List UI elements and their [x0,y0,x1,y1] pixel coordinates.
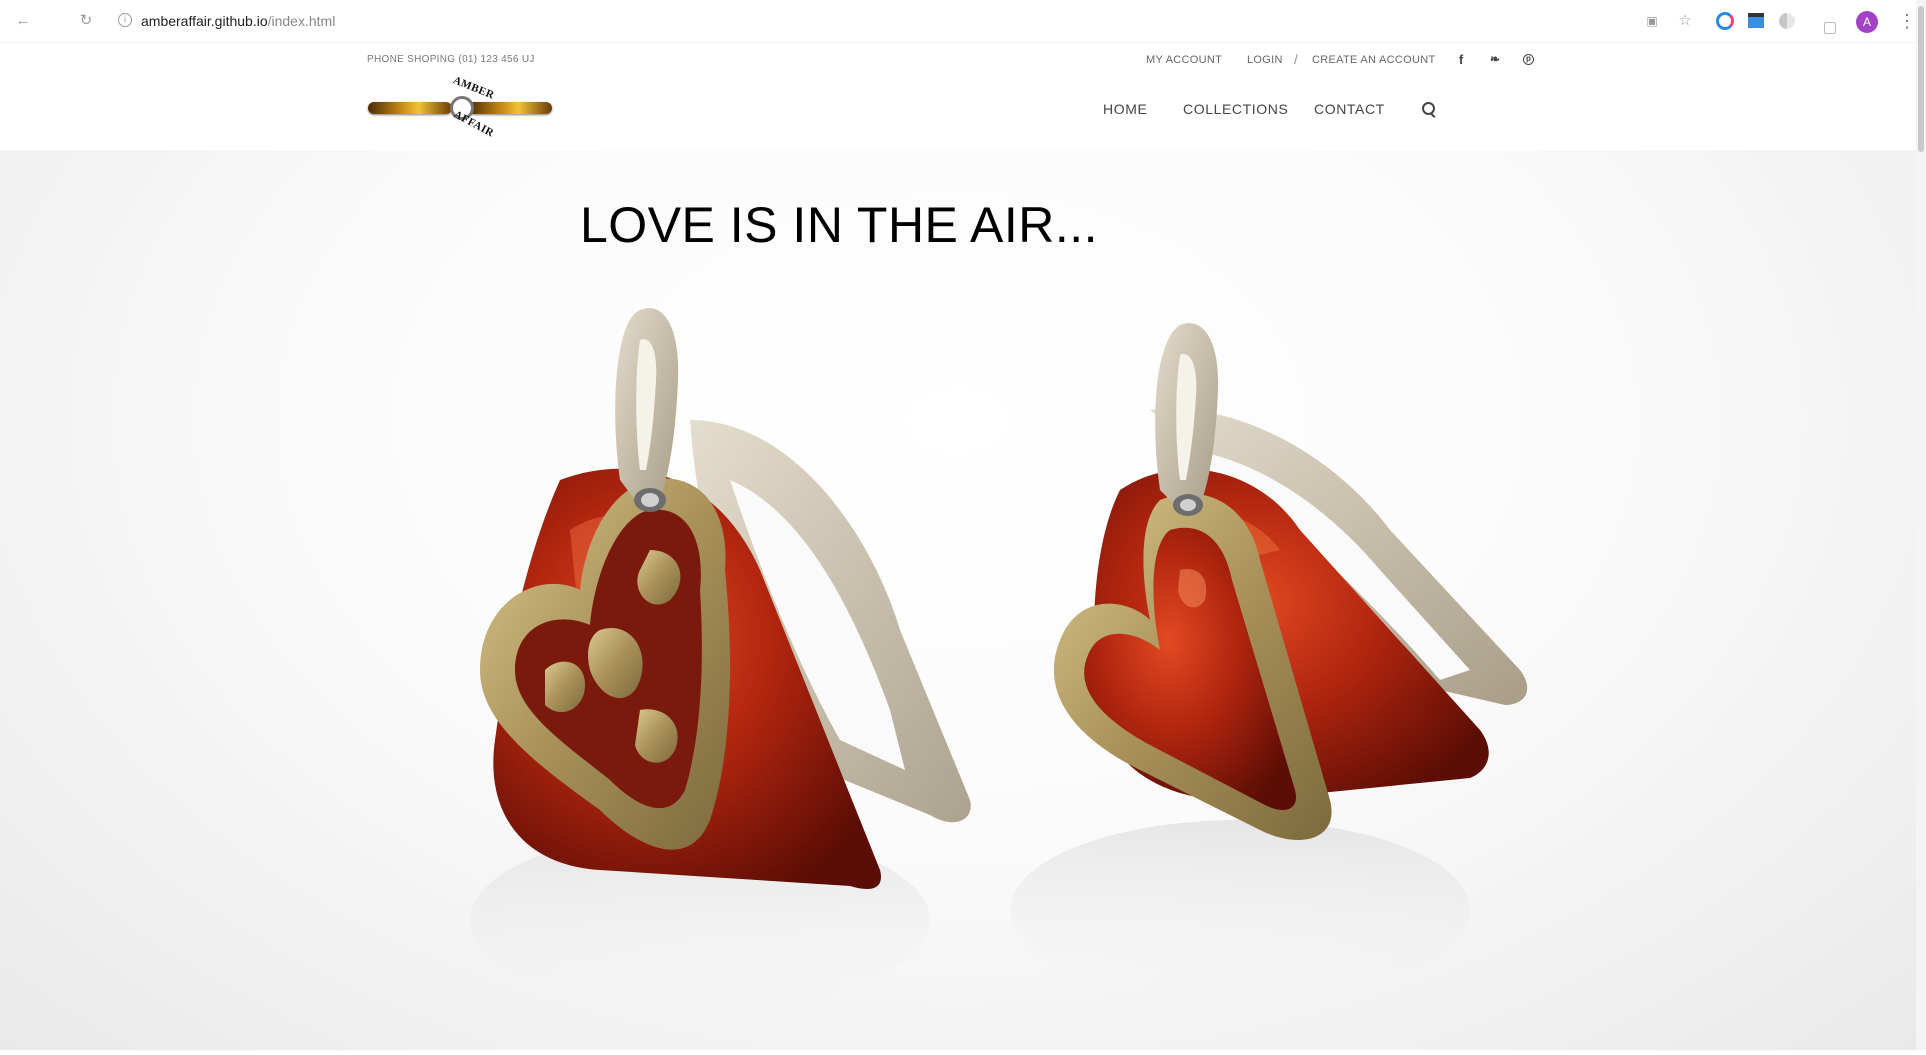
extension-badge-icon[interactable] [1824,22,1836,34]
hero-pendants-image [470,308,1528,1010]
address-bar[interactable]: amberaffair.github.io/index.html [141,12,335,30]
twitter-icon[interactable]: ❧ [1488,52,1502,66]
right-pendant [1053,323,1528,840]
star-icon[interactable]: ☆ [1676,12,1694,30]
phone-shopping-text: PHONE SHOPING (01) 123 456 UJ [367,54,535,65]
nav-collections[interactable]: COLLECTIONS [1183,101,1288,117]
menu-kebab-icon[interactable]: ⋮ [1898,11,1916,31]
contrast-extension-icon[interactable] [1779,13,1795,29]
logo-amber-bar-left [368,102,452,114]
clapper-extension-icon[interactable] [1748,13,1764,28]
login-link[interactable]: LOGIN [1247,54,1283,66]
top-nav-separator: / [1294,51,1298,67]
url-host: amberaffair.github.io [141,13,268,29]
right-pendant-reflection [1010,820,1470,1000]
nav-home[interactable]: HOME [1103,101,1147,117]
nav-contact[interactable]: CONTACT [1314,101,1385,117]
translate-icon[interactable]: ▣ [1643,12,1661,30]
url-path: /index.html [267,13,336,29]
info-icon[interactable]: i [118,13,132,27]
my-account-link[interactable]: MY ACCOUNT [1146,54,1222,66]
reload-icon[interactable]: ↻ [77,12,95,30]
edge-extension-icon[interactable] [1716,12,1734,30]
pinterest-icon[interactable]: p [1523,54,1534,65]
left-pendant [480,308,971,889]
search-icon[interactable] [1422,102,1435,115]
hero-headline: LOVE IS IN THE AIR... [580,197,1099,253]
logo-amber-bar-right [468,102,552,114]
page-scrollbar[interactable] [1916,0,1926,1050]
scrollbar-thumb[interactable] [1918,6,1924,152]
facebook-icon[interactable]: f [1454,52,1468,67]
back-arrow-icon[interactable]: ← [14,12,32,30]
browser-toolbar: ← ↻ i amberaffair.github.io/index.html ▣… [0,0,1926,43]
create-account-link[interactable]: CREATE AN ACCOUNT [1312,54,1435,66]
profile-avatar[interactable]: A [1856,11,1878,33]
hero-banner [0,150,1916,1050]
amber-affair-logo[interactable]: AMBER AFFAIR [368,74,554,140]
